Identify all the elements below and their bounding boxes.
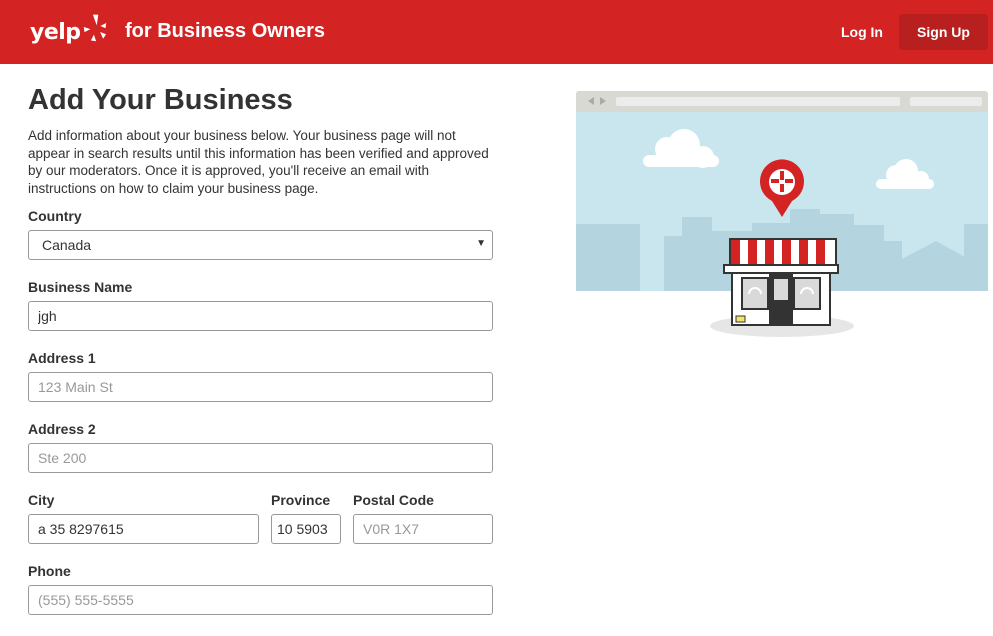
business-name-input[interactable] [28, 301, 493, 331]
page-title: Add Your Business [28, 84, 293, 116]
country-label: Country [28, 208, 82, 224]
address1-input[interactable] [28, 372, 493, 402]
postal-code-label: Postal Code [353, 492, 434, 508]
yelp-burst-icon [82, 13, 108, 43]
intro-text: Add information about your business belo… [28, 128, 489, 196]
province-label: Province [271, 492, 331, 508]
address2-input[interactable] [28, 443, 493, 473]
address1-label: Address 1 [28, 350, 96, 366]
phone-input[interactable] [28, 585, 493, 615]
country-select-value: Canada [42, 237, 92, 253]
storefront-illustration [576, 91, 988, 337]
brand-suffix: for Business Owners [125, 20, 326, 42]
city-label: City [28, 492, 55, 508]
top-header: yelp for Business Owners Log In Sign Up [0, 0, 993, 64]
phone-label: Phone [28, 563, 71, 579]
business-name-label: Business Name [28, 279, 133, 295]
province-input[interactable] [271, 514, 341, 544]
country-select[interactable]: Canada ▼ [28, 230, 493, 260]
yelp-logo[interactable]: yelp [28, 12, 110, 52]
address2-label: Address 2 [28, 421, 96, 437]
city-input[interactable] [28, 514, 259, 544]
chevron-down-icon: ▼ [476, 238, 486, 249]
signup-button[interactable]: Sign Up [899, 14, 988, 50]
postal-code-input[interactable] [353, 514, 493, 544]
logo-text: yelp [30, 20, 81, 45]
login-link[interactable]: Log In [841, 24, 883, 40]
